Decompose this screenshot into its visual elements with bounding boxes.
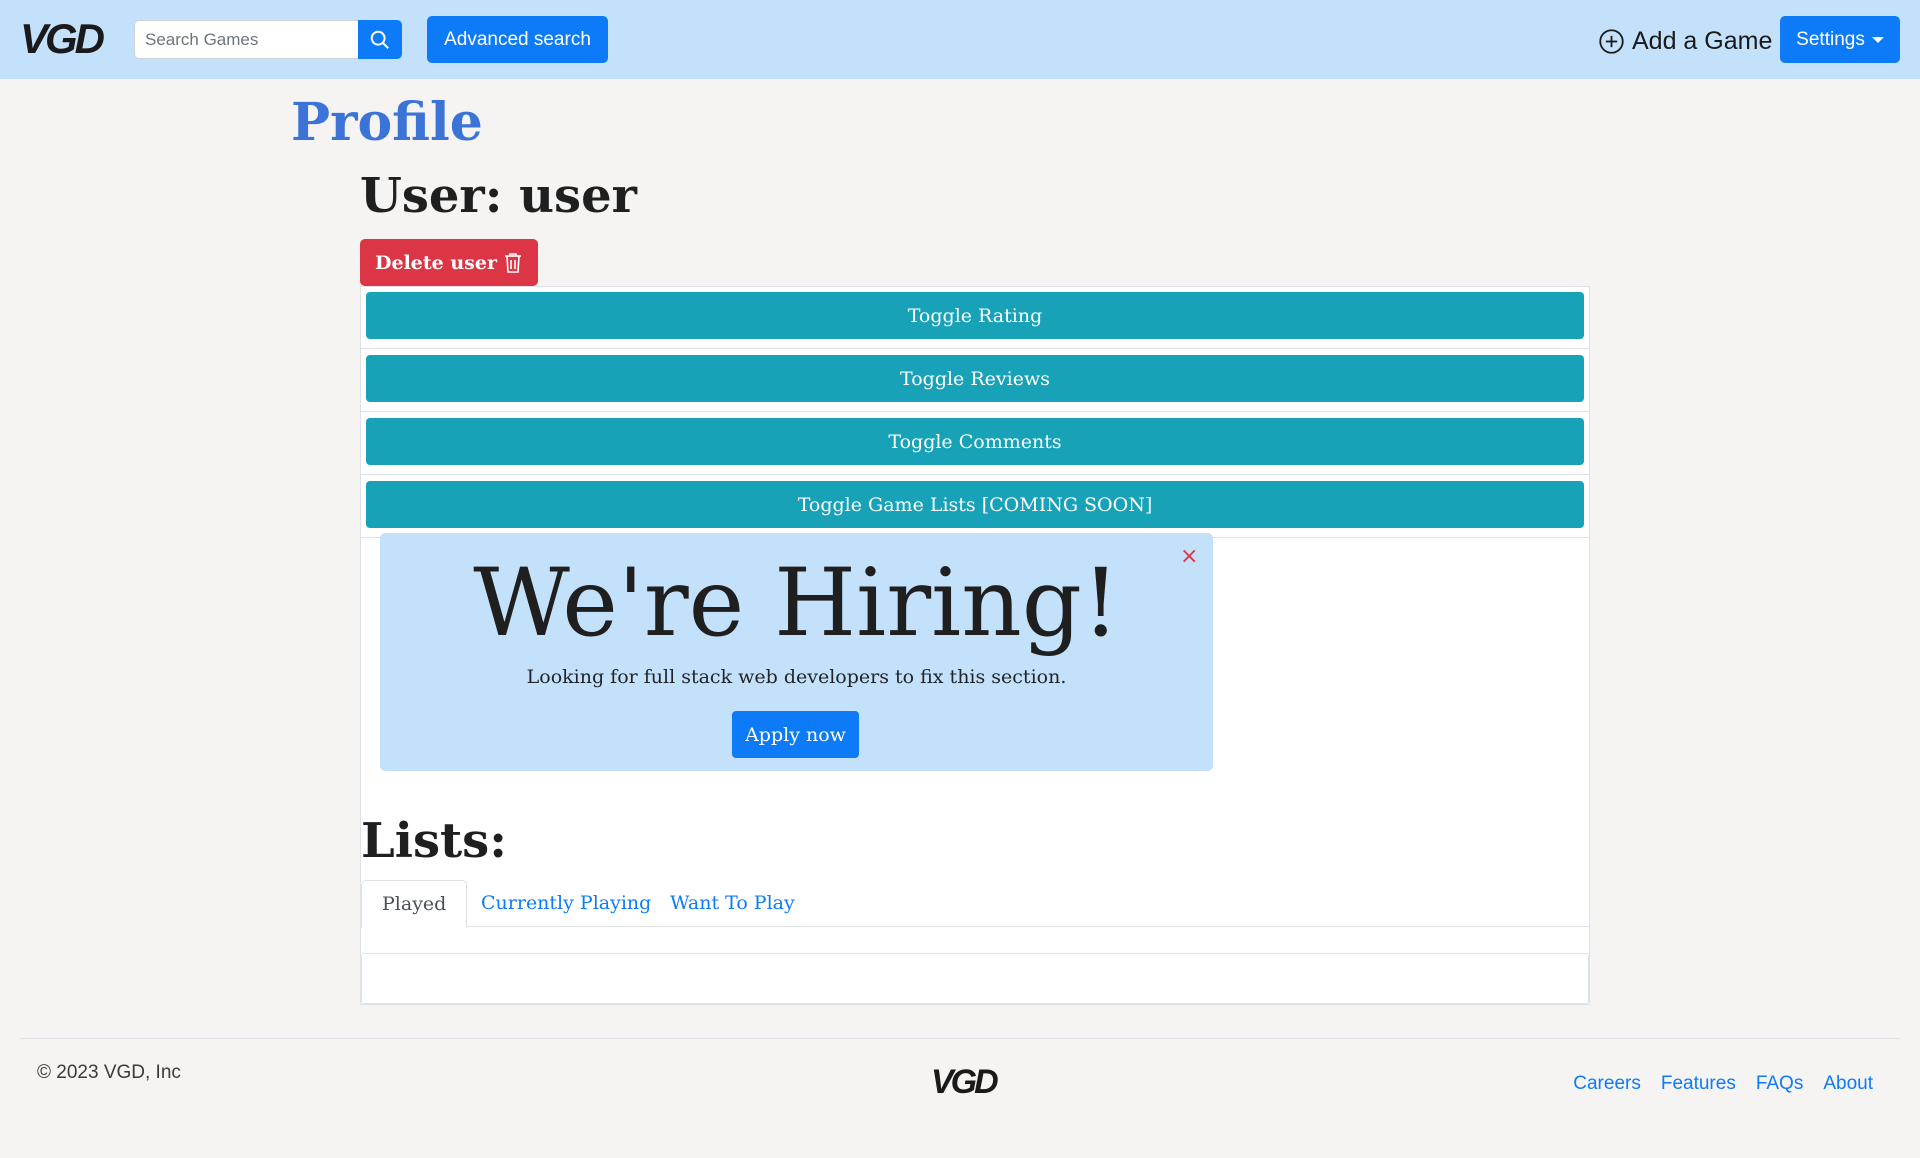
footer-link-features[interactable]: Features xyxy=(1661,1073,1736,1095)
trash-icon xyxy=(504,252,521,273)
vgd-logo[interactable]: VGD xyxy=(20,14,105,64)
toggle-comments-button[interactable]: Toggle Comments xyxy=(366,418,1584,465)
hiring-heading: We're Hiring! xyxy=(473,549,1120,658)
settings-label: Settings xyxy=(1796,28,1865,50)
hiring-text: Looking for full stack web developers to… xyxy=(526,666,1067,688)
footer-link-about[interactable]: About xyxy=(1823,1073,1873,1095)
tab-want-to-play[interactable]: Want To Play xyxy=(650,880,815,927)
navbar: VGD Advanced search Add a Game Settings xyxy=(0,0,1920,79)
user-heading: User: user xyxy=(360,168,637,224)
apply-now-button[interactable]: Apply now xyxy=(732,711,859,758)
footer-divider xyxy=(20,1038,1900,1039)
tab-currently-playing[interactable]: Currently Playing xyxy=(461,880,671,927)
toggle-row-reviews: Toggle Reviews xyxy=(361,350,1589,412)
toggle-row-comments: Toggle Comments xyxy=(361,413,1589,475)
footer-link-careers[interactable]: Careers xyxy=(1573,1073,1641,1095)
profile-panel: Toggle Rating Toggle Reviews Toggle Comm… xyxy=(360,286,1590,1005)
toggle-reviews-button[interactable]: Toggle Reviews xyxy=(366,355,1584,402)
footer-logo[interactable]: VGD xyxy=(931,1062,999,1102)
copyright-text: © 2023 VGD, Inc xyxy=(37,1062,181,1083)
lists-heading: Lists: xyxy=(361,813,507,869)
chevron-down-icon xyxy=(1871,36,1884,43)
search-icon xyxy=(370,30,389,49)
settings-dropdown-button[interactable]: Settings xyxy=(1780,16,1900,63)
footer-links: Careers Features FAQs About xyxy=(1573,1073,1873,1095)
delete-user-label: Delete user xyxy=(375,251,497,274)
toggle-rating-button[interactable]: Toggle Rating xyxy=(366,292,1584,339)
toggle-row-rating: Toggle Rating xyxy=(361,287,1589,349)
advanced-search-button[interactable]: Advanced search xyxy=(427,16,608,63)
search-button[interactable] xyxy=(358,20,402,59)
page-title: Profile xyxy=(291,92,483,153)
add-game-link[interactable]: Add a Game xyxy=(1598,22,1772,60)
add-game-label: Add a Game xyxy=(1632,26,1773,55)
plus-circle-icon xyxy=(1599,28,1624,54)
hiring-banner: We're Hiring! Looking for full stack web… xyxy=(380,533,1213,771)
lists-tabs: Played Currently Playing Want To Play xyxy=(361,880,1589,928)
close-icon[interactable]: × xyxy=(1180,545,1198,569)
footer-link-faqs[interactable]: FAQs xyxy=(1756,1073,1804,1095)
tab-played[interactable]: Played xyxy=(361,880,468,928)
search-input[interactable] xyxy=(134,20,358,59)
toggle-row-game-lists: Toggle Game Lists [COMING SOON] xyxy=(361,476,1589,538)
tab-content xyxy=(361,953,1589,1004)
delete-user-button[interactable]: Delete user xyxy=(360,239,538,286)
toggle-game-lists-button[interactable]: Toggle Game Lists [COMING SOON] xyxy=(366,481,1584,528)
